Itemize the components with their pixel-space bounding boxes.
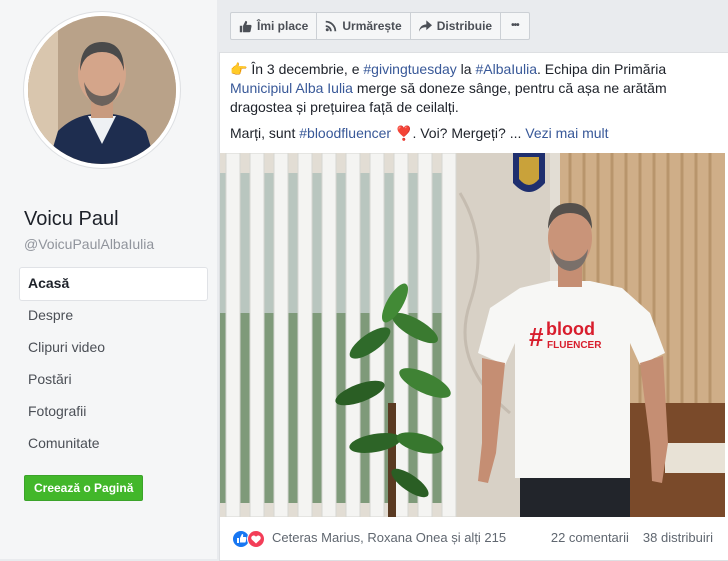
post-text-segment: . Voi? Mergeți? ...: [412, 125, 526, 141]
follow-label: Urmărește: [342, 19, 402, 33]
like-page-button[interactable]: Îmi place: [230, 12, 318, 40]
post-paragraph-1: 👉 În 3 decembrie, e #givingtuesday la #A…: [230, 60, 710, 117]
post-text: 👉 În 3 decembrie, e #givingtuesday la #A…: [230, 60, 710, 150]
post-photo[interactable]: # blood FLUENCER: [220, 153, 725, 517]
tshirt-word: blood: [546, 319, 595, 339]
rss-follow-icon: [326, 20, 337, 32]
hashtag-bloodfluencer[interactable]: #bloodfluencer: [299, 125, 391, 141]
thumbs-up-icon: [239, 20, 252, 32]
share-arrow-icon: [418, 20, 432, 32]
share-label: Distribuie: [436, 19, 493, 33]
post-text-segment: În 3 decembrie, e: [247, 61, 364, 77]
profile-handle[interactable]: @VoicuPaulAlbaIulia: [24, 236, 154, 252]
profile-name[interactable]: Voicu Paul: [24, 208, 119, 231]
left-sidebar: Voicu Paul @VoicuPaulAlbaIulia Acasă Des…: [0, 0, 217, 559]
sidebar-nav: Acasă Despre Clipuri video Postări Fotog…: [20, 268, 207, 460]
page-action-bar: Îmi place Urmărește Distribuie •••: [230, 12, 530, 40]
sidebar-item-about[interactable]: Despre: [20, 300, 207, 332]
pointing-hand-emoji: 👉: [230, 61, 248, 77]
hashtag-givingtuesday[interactable]: #givingtuesday: [363, 61, 456, 77]
avatar-illustration: [28, 16, 176, 164]
hashtag-albaiulia[interactable]: #AlbaIulia: [475, 61, 537, 77]
profile-picture-frame[interactable]: [24, 12, 180, 168]
photo-illustration: # blood FLUENCER: [220, 153, 725, 517]
more-options-button[interactable]: •••: [500, 12, 530, 40]
post-text-segment: la: [456, 61, 476, 77]
comments-count[interactable]: 22 comentarii: [551, 530, 629, 545]
main-content: Îmi place Urmărește Distribuie ••• 👉 În …: [217, 0, 728, 561]
post-counts: 22 comentarii 38 distribuiri: [551, 530, 713, 545]
share-button[interactable]: Distribuie: [409, 12, 502, 40]
tshirt-subword: FLUENCER: [547, 340, 602, 351]
mention-primaria-alba-iulia[interactable]: Municipiul Alba Iulia: [230, 80, 353, 96]
see-more-link[interactable]: Vezi mai mult: [525, 125, 608, 141]
follow-button[interactable]: Urmărește: [316, 12, 411, 40]
post-card: 👉 În 3 decembrie, e #givingtuesday la #A…: [219, 52, 728, 561]
post-text-segment: . Echipa din Primăria: [536, 61, 667, 77]
post-paragraph-2: Marți, sunt #bloodfluencer ❣️. Voi? Merg…: [230, 124, 710, 143]
sidebar-item-photos[interactable]: Fotografii: [20, 396, 207, 428]
sidebar-item-community[interactable]: Comunitate: [20, 428, 207, 460]
more-options-icon: •••: [511, 20, 519, 31]
post-footer: Ceteras Marius, Roxana Onea și alți 215 …: [220, 519, 725, 559]
profile-picture[interactable]: [28, 16, 176, 164]
post-text-segment: Marți, sunt: [230, 125, 300, 141]
create-page-button[interactable]: Creează o Pagină: [24, 475, 144, 501]
reaction-icons[interactable]: [232, 530, 266, 548]
sidebar-item-videos[interactable]: Clipuri video: [20, 332, 207, 364]
reaction-names[interactable]: Ceteras Marius, Roxana Onea și alți 215: [272, 530, 506, 545]
tshirt-hash: #: [529, 322, 544, 352]
shares-count[interactable]: 38 distribuiri: [643, 530, 713, 545]
sidebar-item-home[interactable]: Acasă: [20, 268, 207, 300]
like-page-label: Îmi place: [257, 19, 309, 33]
sidebar-item-posts[interactable]: Postări: [20, 364, 207, 396]
heart-emoji: ❣️: [395, 125, 413, 141]
